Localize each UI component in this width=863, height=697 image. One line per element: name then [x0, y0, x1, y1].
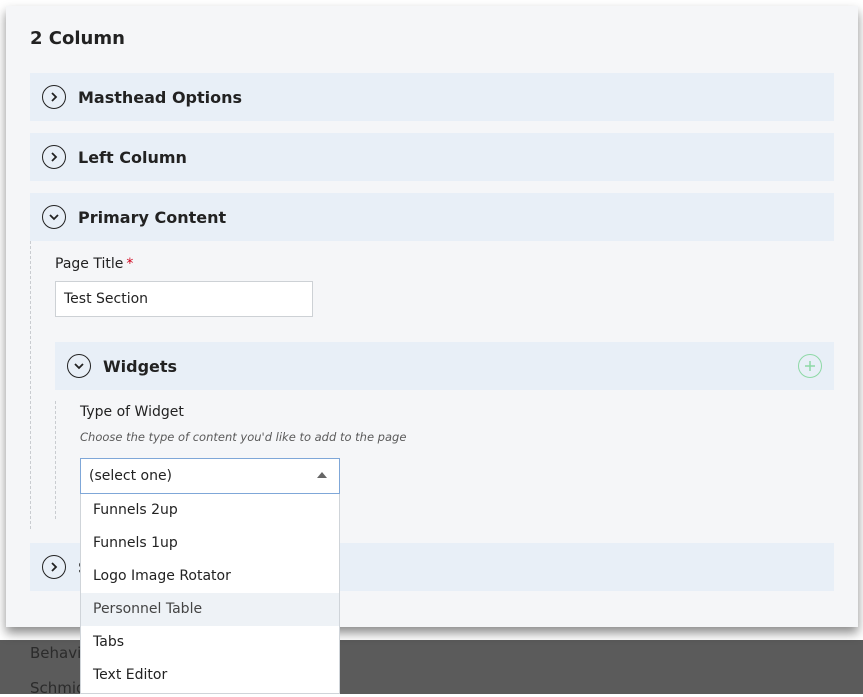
- section-masthead-options[interactable]: Masthead Options: [30, 73, 834, 121]
- widget-indent-rule: [55, 401, 56, 519]
- page-title-label: Page Title *: [55, 256, 133, 272]
- required-mark: *: [126, 256, 134, 272]
- widget-type-label: Type of Widget: [80, 404, 184, 420]
- background-row-text: Behavi: [30, 644, 82, 662]
- background-row-text: Schmid: [30, 679, 86, 697]
- option-tabs[interactable]: Tabs: [81, 626, 339, 659]
- option-personnel-table[interactable]: Personnel Table: [81, 593, 339, 626]
- option-text-editor[interactable]: Text Editor: [81, 659, 339, 692]
- select-value: (select one): [89, 468, 173, 484]
- chevron-right-icon[interactable]: [42, 555, 66, 579]
- option-funnels-1up[interactable]: Funnels 1up: [81, 527, 339, 560]
- widget-type-select[interactable]: (select one): [80, 458, 340, 494]
- section-label: Widgets: [103, 356, 178, 376]
- section-left-column[interactable]: Left Column: [30, 133, 834, 181]
- section-label: Primary Content: [78, 207, 227, 227]
- chevron-down-icon[interactable]: [42, 205, 66, 229]
- option-logo-image-rotator[interactable]: Logo Image Rotator: [81, 560, 339, 593]
- chevron-down-icon[interactable]: [67, 354, 91, 378]
- section-label: Left Column: [78, 147, 187, 167]
- panel-title: 2 Column: [30, 28, 125, 49]
- section-widgets[interactable]: Widgets: [55, 342, 834, 390]
- section-label: Masthead Options: [78, 87, 243, 107]
- caret-up-icon: [317, 472, 327, 478]
- chevron-right-icon[interactable]: [42, 145, 66, 169]
- section-primary-content[interactable]: Primary Content: [30, 193, 834, 241]
- content-indent-rule: [30, 241, 31, 529]
- widget-type-hint: Choose the type of content you'd like to…: [80, 430, 407, 444]
- widget-type-options: Funnels 2up Funnels 1up Logo Image Rotat…: [80, 494, 340, 694]
- page-title-label-text: Page Title: [55, 256, 124, 272]
- plus-circle-icon[interactable]: [798, 354, 822, 378]
- page-title-input[interactable]: Test Section: [55, 281, 313, 317]
- chevron-right-icon[interactable]: [42, 85, 66, 109]
- option-funnels-2up[interactable]: Funnels 2up: [81, 494, 339, 527]
